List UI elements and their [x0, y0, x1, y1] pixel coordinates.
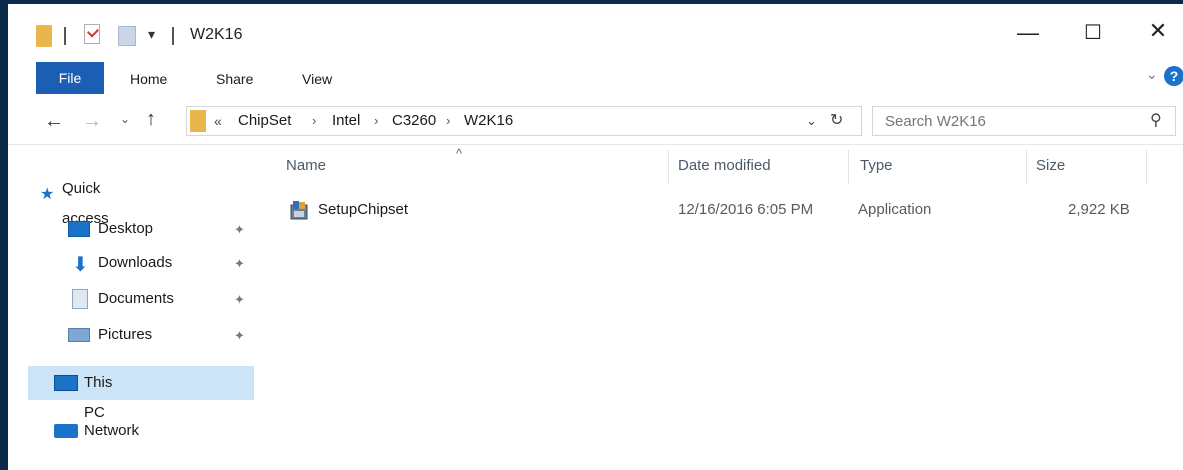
breadcrumb-separator[interactable]: ›: [312, 113, 316, 128]
refresh-button[interactable]: ↻: [830, 110, 843, 130]
properties-icon[interactable]: [84, 24, 100, 44]
computer-icon: [54, 375, 78, 391]
file-type: Application: [858, 201, 932, 218]
window-border-left: [0, 0, 8, 470]
maximize-button[interactable]: ☐: [1075, 20, 1111, 50]
file-name[interactable]: SetupChipset: [318, 201, 408, 218]
breadcrumb-c3260[interactable]: C3260: [392, 112, 436, 129]
breadcrumb-chipset[interactable]: ChipSet: [238, 112, 291, 129]
column-header-type[interactable]: Type: [860, 157, 893, 174]
forward-button[interactable]: →: [82, 110, 102, 133]
file-size: 2,922 KB: [1068, 201, 1130, 218]
pictures-icon: [68, 328, 90, 342]
tab-file[interactable]: File: [36, 62, 104, 94]
new-folder-icon[interactable]: [118, 26, 136, 46]
search-icon[interactable]: ⚲: [1150, 110, 1162, 130]
column-header-date-modified[interactable]: Date modified: [678, 157, 771, 174]
column-divider[interactable]: [668, 150, 669, 184]
close-button[interactable]: ✕: [1138, 18, 1178, 48]
breadcrumb-w2k16[interactable]: W2K16: [464, 112, 513, 129]
tab-share[interactable]: Share: [206, 64, 263, 94]
nav-item-label: Downloads: [98, 254, 173, 271]
title-separator: [172, 27, 174, 45]
column-header-size[interactable]: Size: [1036, 157, 1065, 174]
nav-item-label: Documents: [98, 290, 174, 307]
network-icon: [54, 424, 78, 438]
downloads-icon: ⬇: [72, 254, 89, 276]
breadcrumb-intel[interactable]: Intel: [332, 112, 360, 129]
nav-item-label: Quick access: [62, 180, 109, 227]
folder-icon: [190, 110, 206, 132]
tab-home[interactable]: Home: [120, 64, 177, 94]
application-icon: [290, 201, 308, 220]
column-divider[interactable]: [848, 150, 849, 184]
title-bar: [8, 4, 1183, 58]
customize-quick-access-button[interactable]: ▾: [148, 26, 155, 43]
back-button[interactable]: ←: [44, 110, 64, 133]
documents-icon: [72, 289, 88, 309]
file-date-modified: 12/16/2016 6:05 PM: [678, 201, 814, 218]
sort-ascending-icon: ^: [456, 146, 463, 161]
nav-item-label: This PC: [84, 374, 113, 421]
address-history-dropdown[interactable]: ⌄: [806, 113, 817, 129]
pin-icon[interactable]: ✦: [234, 256, 245, 272]
desktop-icon: [68, 221, 90, 237]
pin-icon[interactable]: ✦: [234, 328, 245, 344]
column-header-name[interactable]: Name: [286, 157, 326, 174]
nav-item-label: Pictures: [98, 326, 153, 343]
ribbon-tab-bar: [8, 58, 1183, 96]
star-icon: ★: [40, 186, 55, 203]
tab-view[interactable]: View: [292, 64, 342, 94]
nav-item-label: Desktop: [98, 220, 154, 237]
pin-icon[interactable]: ✦: [234, 222, 245, 238]
breadcrumb-overflow-button[interactable]: «: [214, 113, 222, 129]
pin-icon[interactable]: ✦: [234, 292, 245, 308]
column-divider[interactable]: [1146, 150, 1147, 184]
breadcrumb-separator[interactable]: ›: [374, 113, 378, 128]
column-divider[interactable]: [1026, 150, 1027, 184]
minimize-button[interactable]: —: [1010, 20, 1046, 50]
breadcrumb-separator[interactable]: ›: [446, 113, 450, 128]
recent-locations-button[interactable]: ⌄: [120, 112, 130, 126]
help-icon[interactable]: ?: [1164, 66, 1183, 86]
search-input[interactable]: [872, 106, 1176, 136]
quick-access-separator: [64, 27, 66, 45]
window-title: W2K16: [190, 26, 243, 43]
folder-icon: [36, 25, 52, 47]
up-button[interactable]: ↑: [146, 108, 156, 131]
nav-item-label: Network: [84, 422, 140, 439]
ribbon-expand-icon[interactable]: ⌄: [1146, 66, 1158, 83]
